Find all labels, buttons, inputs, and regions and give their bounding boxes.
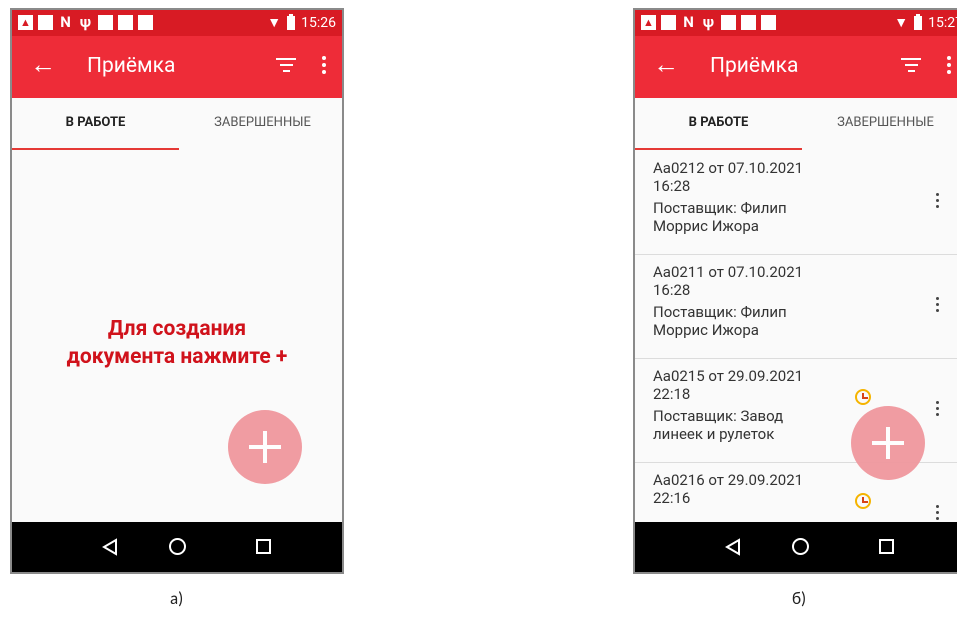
active-tab-indicator bbox=[635, 148, 802, 150]
nav-recents-icon[interactable] bbox=[879, 539, 894, 554]
notification-icon bbox=[761, 15, 776, 30]
document-supplier: Поставщик: Филип Моррис Ижора bbox=[653, 303, 787, 339]
notification-icons: ▲ N ψ bbox=[641, 15, 776, 30]
app-bar: ← Приёмка bbox=[12, 36, 342, 98]
filter-icon[interactable] bbox=[276, 58, 296, 74]
document-number-date: Аа0216 от 29.09.2021 22:16 bbox=[653, 471, 804, 507]
phone-screen-a: ▲ N ψ ▼ 15:26 ← Приёмка В РАБОТЕ ЗАВЕРШЕ… bbox=[10, 8, 344, 574]
row-more-icon[interactable] bbox=[936, 401, 939, 419]
row-more-icon[interactable] bbox=[936, 297, 939, 315]
nav-recents-icon[interactable] bbox=[256, 539, 271, 554]
battery-icon bbox=[914, 13, 923, 30]
empty-message-line2: документа нажмите + bbox=[66, 345, 288, 369]
n-notification-icon: N bbox=[60, 13, 71, 31]
document-list: Аа0212 от 07.10.2021 16:28 Поставщик: Фи… bbox=[635, 151, 957, 567]
row-more-icon[interactable] bbox=[936, 505, 939, 523]
page-title: Приёмка bbox=[710, 54, 799, 78]
system-nav-bar bbox=[635, 522, 957, 572]
tab-in-progress[interactable]: В РАБОТЕ bbox=[12, 98, 179, 150]
nav-home-icon[interactable] bbox=[169, 538, 186, 555]
notification-icon bbox=[118, 15, 133, 30]
page-title: Приёмка bbox=[87, 54, 176, 78]
notification-icon bbox=[138, 15, 153, 30]
notification-icons: ▲ N ψ bbox=[18, 15, 153, 30]
tab-bar: В РАБОТЕ ЗАВЕРШЕННЫЕ bbox=[635, 98, 957, 150]
nav-back-icon[interactable] bbox=[725, 538, 741, 556]
nav-back-icon[interactable] bbox=[102, 538, 118, 556]
usb-icon: ψ bbox=[79, 13, 92, 31]
active-tab-indicator bbox=[12, 148, 179, 150]
tab-bar: В РАБОТЕ ЗАВЕРШЕННЫЕ bbox=[12, 98, 342, 150]
status-bar: ▲ N ψ ▼ 15:26 bbox=[12, 10, 342, 36]
nav-home-icon[interactable] bbox=[792, 538, 809, 555]
filter-icon[interactable] bbox=[901, 58, 921, 74]
document-number-date: Аа0215 от 29.09.2021 22:18 bbox=[653, 367, 804, 403]
caption-b: б) bbox=[792, 588, 807, 609]
wifi-icon: ▼ bbox=[267, 15, 282, 31]
empty-message-line1: Для создания bbox=[107, 317, 247, 341]
status-bar: ▲ N ψ ▼ 15:27 bbox=[635, 10, 957, 36]
document-row[interactable]: Аа0211 от 07.10.2021 16:28 Поставщик: Фи… bbox=[635, 255, 957, 359]
document-supplier: Поставщик: Завод линеек и рулеток bbox=[653, 407, 784, 443]
pending-clock-icon bbox=[855, 389, 871, 405]
status-time: 15:26 bbox=[301, 14, 336, 31]
caption-a: а) bbox=[170, 588, 184, 609]
pending-clock-icon bbox=[855, 493, 871, 509]
notification-icon bbox=[721, 15, 736, 30]
usb-icon: ψ bbox=[702, 13, 715, 31]
n-notification-icon: N bbox=[683, 13, 694, 31]
status-time: 15:27 bbox=[928, 14, 957, 31]
back-arrow-icon[interactable]: ← bbox=[653, 50, 679, 80]
image-notification-icon: ▲ bbox=[18, 15, 33, 30]
empty-state-message: Для создания документа нажмите + bbox=[12, 315, 342, 371]
system-nav-bar bbox=[12, 522, 342, 572]
notification-icon bbox=[741, 15, 756, 30]
phone-screen-b: ▲ N ψ ▼ 15:27 ← Приёмка В РАБОТЕ ЗАВЕРШЕ… bbox=[633, 8, 957, 574]
document-row[interactable]: Аа0212 от 07.10.2021 16:28 Поставщик: Фи… bbox=[635, 151, 957, 255]
document-number-date: Аа0212 от 07.10.2021 16:28 bbox=[653, 159, 804, 195]
row-more-icon[interactable] bbox=[936, 193, 939, 211]
notification-icon bbox=[661, 15, 676, 30]
app-bar: ← Приёмка bbox=[635, 36, 957, 98]
battery-icon bbox=[287, 13, 296, 30]
wifi-icon: ▼ bbox=[894, 15, 909, 31]
more-vert-icon[interactable] bbox=[322, 56, 326, 77]
notification-icon bbox=[38, 15, 53, 30]
tab-completed[interactable]: ЗАВЕРШЕННЫЕ bbox=[802, 98, 957, 150]
notification-icon bbox=[98, 15, 113, 30]
add-document-button[interactable] bbox=[228, 410, 302, 484]
image-notification-icon: ▲ bbox=[641, 15, 656, 30]
tab-in-progress[interactable]: В РАБОТЕ bbox=[635, 98, 802, 150]
back-arrow-icon[interactable]: ← bbox=[30, 50, 56, 80]
document-supplier: Поставщик: Филип Моррис Ижора bbox=[653, 199, 787, 235]
tab-completed[interactable]: ЗАВЕРШЕННЫЕ bbox=[179, 98, 342, 150]
add-document-button[interactable] bbox=[851, 406, 925, 480]
document-number-date: Аа0211 от 07.10.2021 16:28 bbox=[653, 263, 804, 299]
more-vert-icon[interactable] bbox=[947, 56, 951, 77]
